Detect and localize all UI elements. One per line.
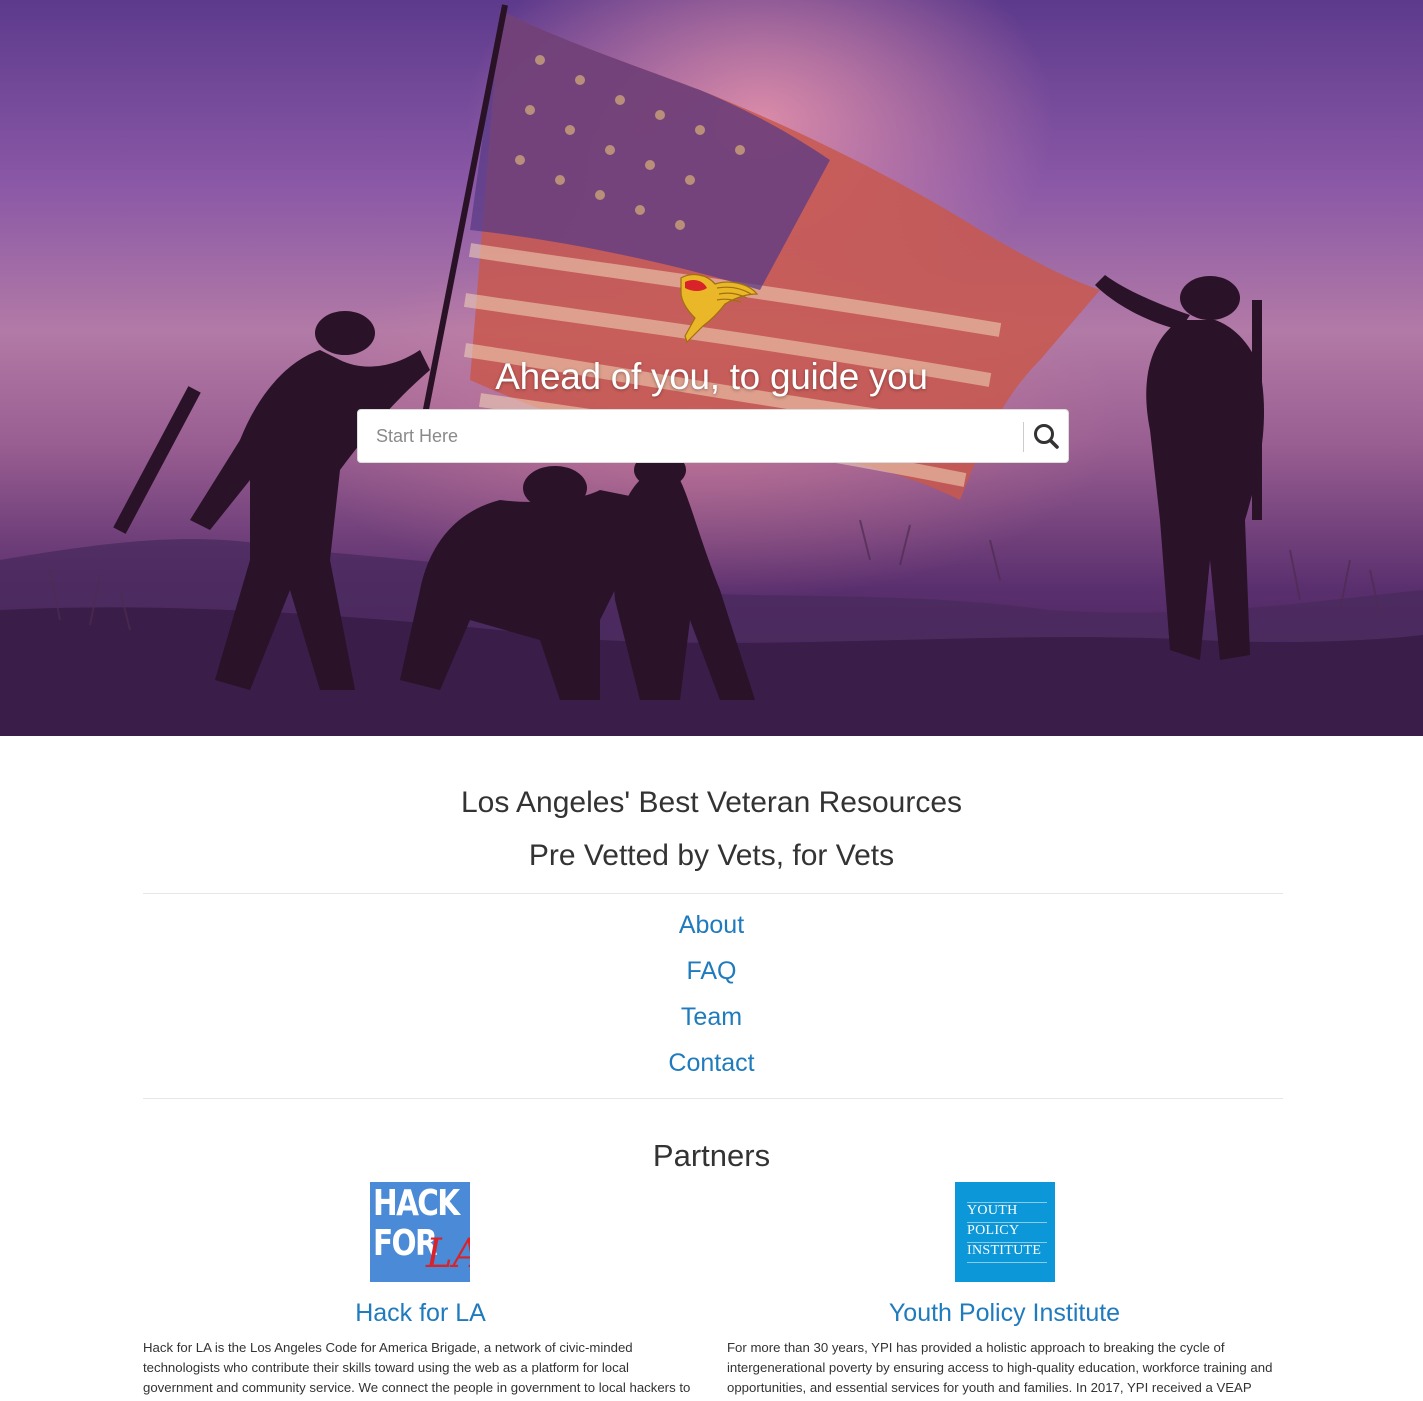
partners-heading: Partners bbox=[652, 1138, 771, 1173]
search-bar bbox=[357, 409, 1069, 463]
nav-link-about[interactable]: About bbox=[0, 911, 1423, 940]
partner-name-hack-for-la[interactable]: Hack for LA bbox=[143, 1299, 698, 1328]
ypi-logo-text-1: YOUTH bbox=[967, 1203, 1018, 1218]
hero-banner: Ahead of you, to guide you bbox=[0, 0, 1423, 736]
headline-primary: Los Angeles' Best Veteran Resources bbox=[460, 786, 963, 819]
partner-name-youth-policy-institute[interactable]: Youth Policy Institute bbox=[727, 1299, 1282, 1328]
hackla-logo-text-1: HACK bbox=[373, 1183, 460, 1224]
divider-bottom bbox=[143, 1098, 1283, 1099]
winged-p-insignia-icon bbox=[680, 274, 759, 344]
hackla-logo-text-3: LA bbox=[426, 1231, 470, 1277]
search-icon bbox=[1034, 424, 1059, 449]
ypi-logo-text-3: INSTITUTE bbox=[967, 1243, 1042, 1258]
youth-policy-institute-logo[interactable]: YOUTH POLICY INSTITUTE bbox=[955, 1182, 1055, 1282]
nav-link-contact[interactable]: Contact bbox=[0, 1049, 1423, 1078]
partner-description-hack-for-la: Hack for LA is the Los Angeles Code for … bbox=[143, 1340, 691, 1395]
nav-link-team[interactable]: Team bbox=[0, 1003, 1423, 1032]
ypi-logo-text-2: POLICY bbox=[967, 1223, 1020, 1238]
search-input[interactable] bbox=[358, 410, 1022, 462]
headline-secondary: Pre Vetted by Vets, for Vets bbox=[528, 839, 895, 872]
search-button[interactable] bbox=[1024, 410, 1070, 462]
ypi-logo-rule bbox=[967, 1262, 1047, 1263]
hack-for-la-logo[interactable]: HACK FOR LA bbox=[370, 1182, 470, 1282]
nav-link-faq[interactable]: FAQ bbox=[0, 957, 1423, 986]
partner-description-youth-policy-institute: For more than 30 years, YPI has provided… bbox=[727, 1340, 1273, 1395]
hero-tagline: Ahead of you, to guide you bbox=[495, 356, 928, 397]
divider-top bbox=[143, 893, 1283, 894]
